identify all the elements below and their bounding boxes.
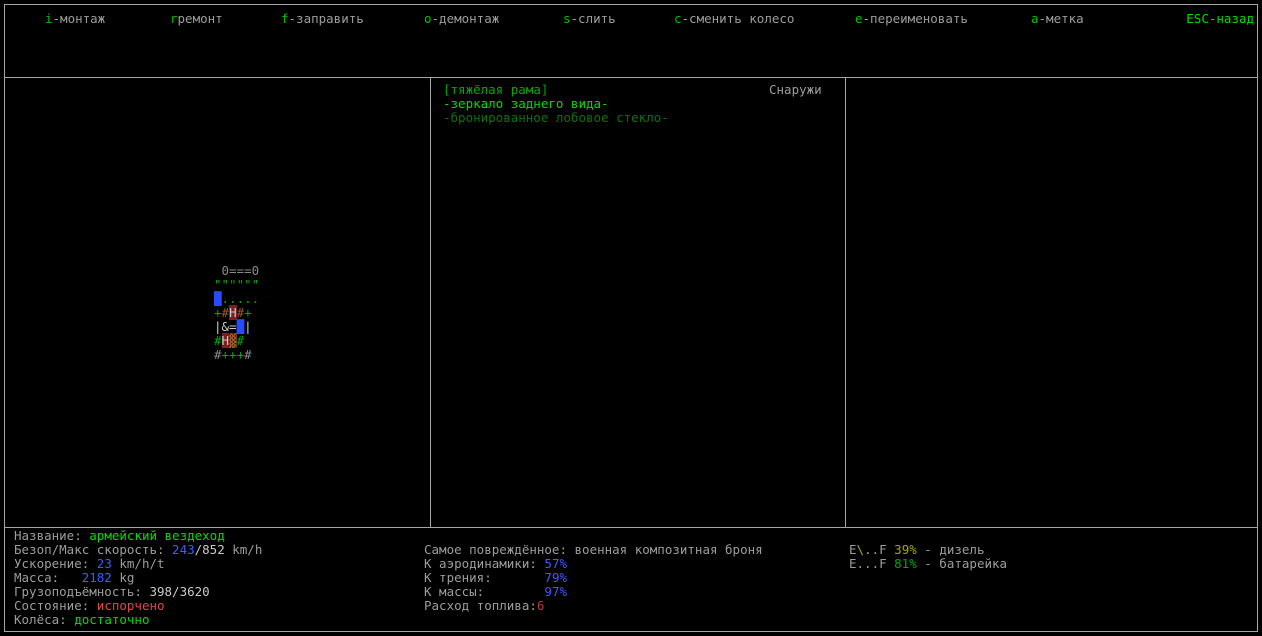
menu-item-rename[interactable]: e-переименовать xyxy=(855,12,968,26)
vehicle-stats: Название: армейский вездеход Безоп/Макс … xyxy=(14,529,262,627)
selected-part-name: [тяжёлая рама] xyxy=(443,82,549,97)
art-row: |&=█| xyxy=(214,319,252,334)
art-row: +#H#+ xyxy=(214,305,252,320)
stat-condition: Состояние: испорчено xyxy=(14,598,165,613)
art-row: 0===0 xyxy=(214,263,260,278)
stat-cargo: Грузоподъёмность: 398/3620 xyxy=(14,584,210,599)
parts-list: [тяжёлая рама] -зеркало заднего вида- -б… xyxy=(443,83,669,125)
location-label: Снаружи xyxy=(769,82,822,97)
menu-item-change-tire[interactable]: c-сменить колесо xyxy=(674,12,794,26)
art-row: #H▓# xyxy=(214,333,245,348)
menu-item-label[interactable]: a-метка xyxy=(1031,12,1084,26)
coef-friction: К трения: 79% xyxy=(424,570,567,585)
vehicle-coefficients: Самое повреждённое: военная композитная … xyxy=(424,543,763,613)
coef-aero: К аэродинамики: 57% xyxy=(424,556,567,571)
art-row: """""" xyxy=(214,277,260,292)
menu-item-install[interactable]: i-монтаж xyxy=(45,12,105,26)
part-list-item[interactable]: -бронированное лобовое стекло- xyxy=(443,111,669,125)
coef-fuel-usage: Расход топлива:6 xyxy=(424,598,545,613)
coef-mass: К массы: 97% xyxy=(424,584,567,599)
menu-item-remove[interactable]: o-демонтаж xyxy=(424,12,499,26)
menu-item-back[interactable]: ESC-назад xyxy=(1186,12,1254,26)
menu-item-repair[interactable]: rремонт xyxy=(170,12,223,26)
coef-most-damaged: Самое повреждённое: военная композитная … xyxy=(424,542,763,557)
art-row: █..... xyxy=(214,291,260,306)
fuel-gauge-diesel: E\..F 39% - дизель xyxy=(849,542,985,557)
stat-name: Название: армейский вездеход xyxy=(14,528,225,543)
empty-panel xyxy=(846,78,1257,527)
art-row: #+++# xyxy=(214,347,252,362)
parts-list-panel xyxy=(431,78,844,527)
part-list-item[interactable]: -зеркало заднего вида- xyxy=(443,97,669,111)
menu-item-siphon[interactable]: s-слить xyxy=(563,12,616,26)
vehicle-ascii-art[interactable]: 0===0 """""" █..... +#H#+ |&=█| #H▓# #++… xyxy=(214,264,259,362)
vehicle-interaction-screen: i-монтаж rремонт f-заправить o-демонтаж … xyxy=(0,0,1262,636)
fuel-gauge-battery: E...F 81% - батарейка xyxy=(849,556,1008,571)
stat-speed: Безоп/Макс скорость: 243/852 km/h xyxy=(14,542,263,557)
stat-acceleration: Ускорение: 23 km/h/t xyxy=(14,556,165,571)
fuel-gauges: E\..F 39% - дизель E...F 81% - батарейка xyxy=(849,543,1007,571)
menu-item-refill[interactable]: f-заправить xyxy=(281,12,364,26)
stat-mass: Масса: 2182 kg xyxy=(14,570,135,585)
stat-wheels: Колёса: достаточно xyxy=(14,612,150,627)
